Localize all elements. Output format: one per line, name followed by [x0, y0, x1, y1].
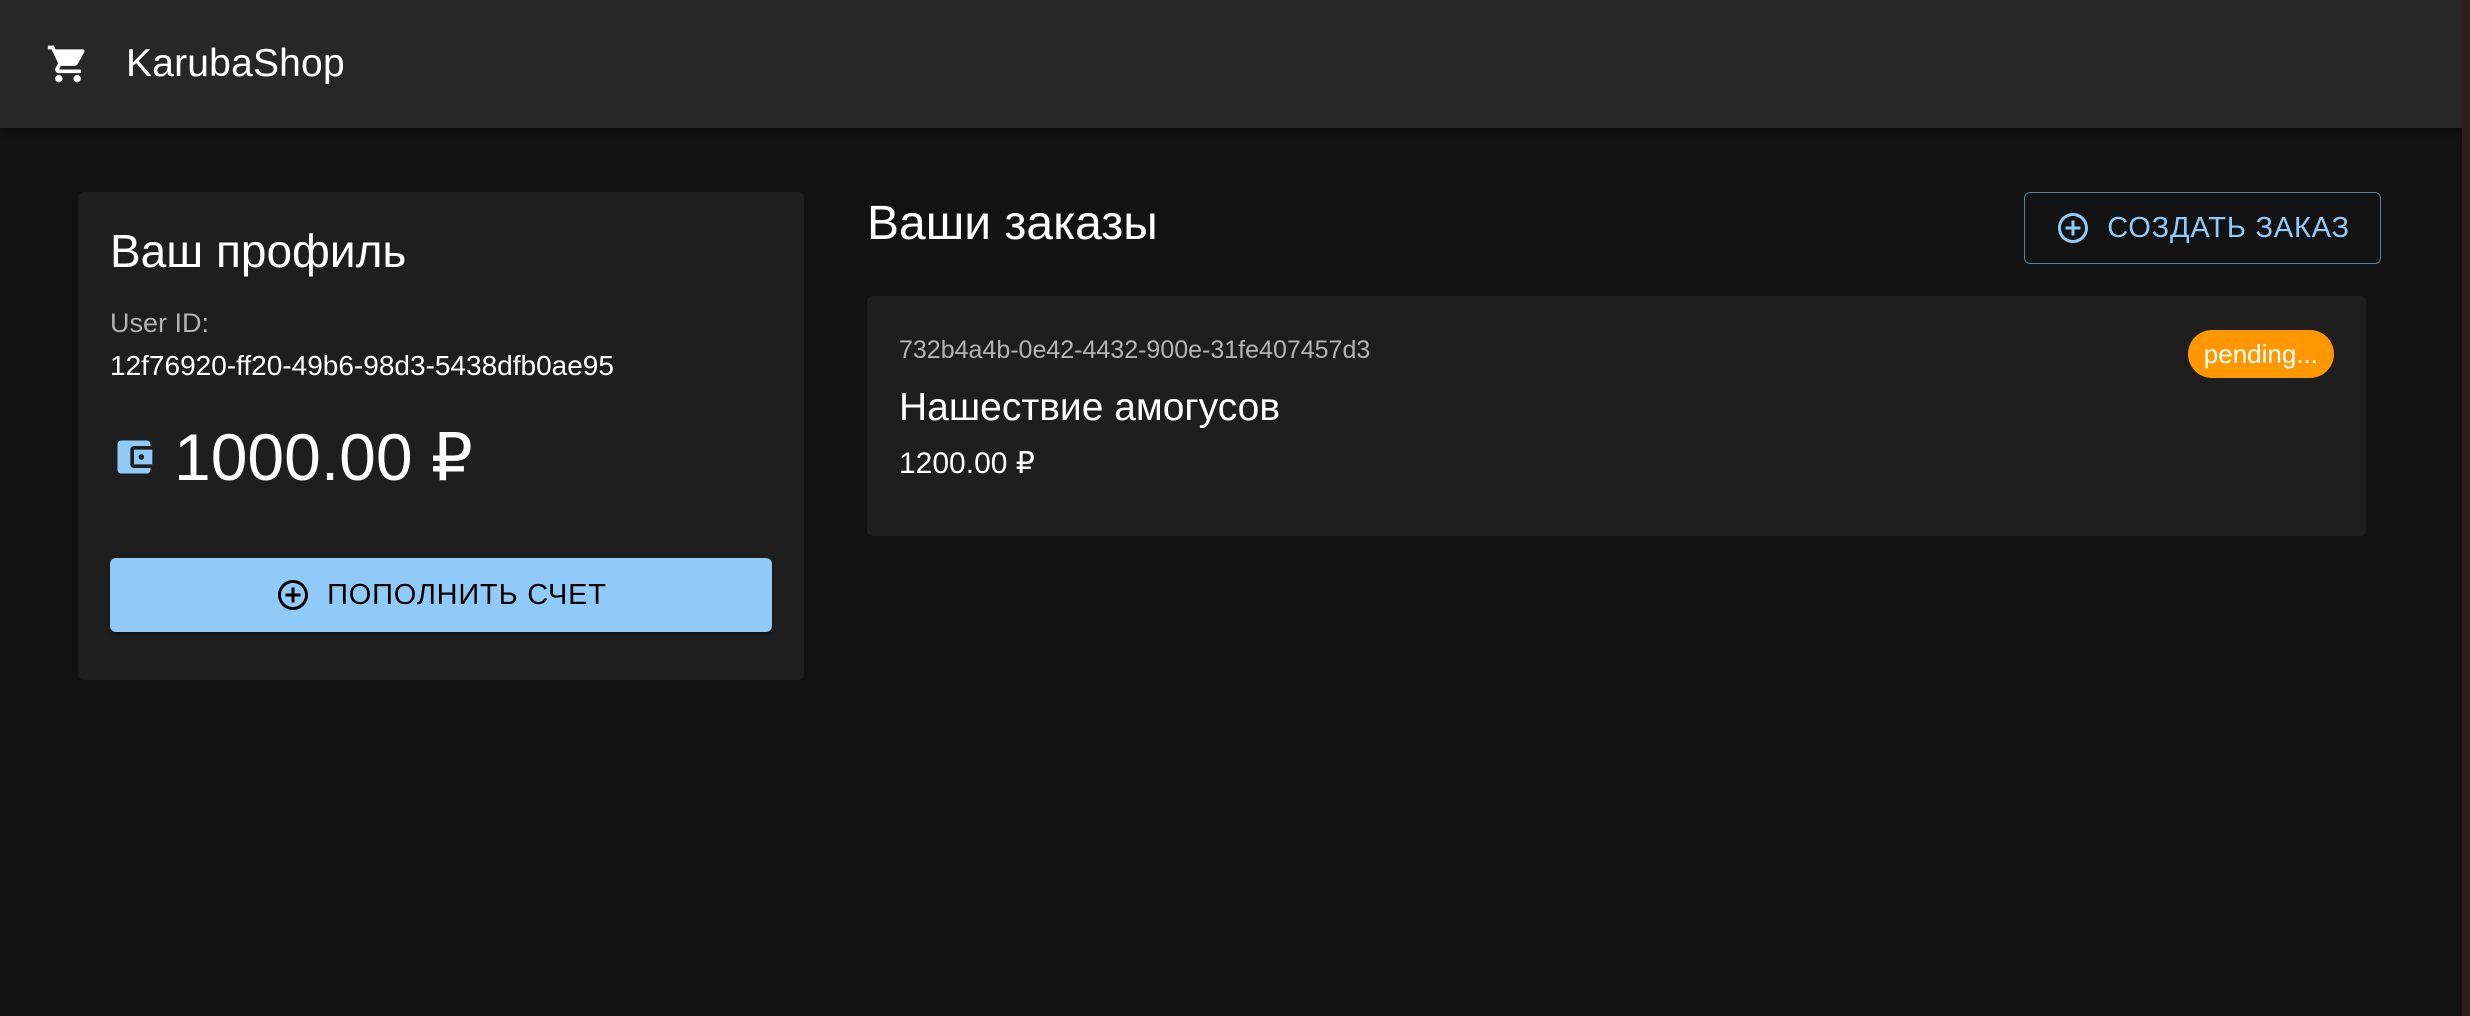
- order-id: 732b4a4b-0e42-4432-900e-31fe407457d3: [899, 336, 1371, 364]
- order-title: Нашествие амогусов: [899, 386, 1281, 429]
- user-id-value: 12f76920-ff20-49b6-98d3-5438dfb0ae95: [110, 350, 614, 381]
- create-order-label: СОЗДАТЬ ЗАКАЗ: [2107, 211, 2350, 244]
- app-title[interactable]: KarubaShop: [126, 42, 345, 86]
- user-id-label: User ID:: [110, 308, 210, 338]
- profile-heading: Ваш профиль: [110, 225, 407, 277]
- top-up-button[interactable]: ПОПОЛНИТЬ СЧЕТ: [110, 558, 772, 632]
- balance-amount: 1000.00 ₽: [174, 420, 473, 494]
- add-circle-icon: [278, 580, 309, 610]
- order-card[interactable]: 732b4a4b-0e42-4432-900e-31fe407457d3 Наш…: [867, 296, 2366, 536]
- app-bar: KarubaShop: [0, 0, 2462, 128]
- shopping-cart-icon[interactable]: [46, 42, 90, 86]
- scrollbar[interactable]: [2462, 0, 2470, 1016]
- status-badge: pending...: [2187, 330, 2334, 378]
- wallet-icon: [117, 440, 153, 474]
- add-circle-icon: [2058, 213, 2089, 243]
- orders-heading: Ваши заказы: [867, 197, 1158, 250]
- profile-card: Ваш профиль User ID: 12f76920-ff20-49b6-…: [78, 192, 804, 680]
- top-up-label: ПОПОЛНИТЬ СЧЕТ: [327, 578, 607, 611]
- create-order-button[interactable]: СОЗДАТЬ ЗАКАЗ: [2024, 192, 2381, 264]
- balance-row: 1000.00 ₽: [110, 424, 772, 490]
- order-price: 1200.00 ₽: [899, 447, 1035, 480]
